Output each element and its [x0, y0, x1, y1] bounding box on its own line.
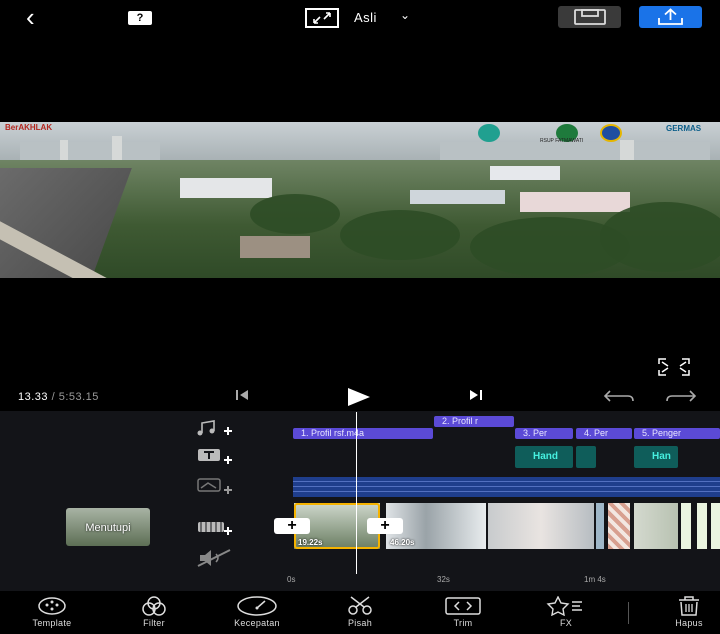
video-clip[interactable]	[697, 503, 707, 549]
add-music-icon[interactable]	[196, 419, 234, 439]
total-duration: 5:53.15	[58, 391, 99, 403]
add-transition-button[interactable]: +	[274, 518, 310, 534]
trash-icon	[679, 596, 699, 616]
fullscreen-icon[interactable]	[658, 358, 690, 376]
playback-controls: 13.33 / 5:53.15	[0, 383, 720, 411]
trim-button[interactable]: Trim	[428, 596, 498, 628]
audio-clip[interactable]: 5. Penger	[634, 428, 720, 439]
delete-button[interactable]: Hapus	[654, 596, 720, 628]
tool-label: Trim	[453, 618, 473, 628]
video-preview[interactable]: BerAKHLAK RSUP FATMAWATI GERMAS	[0, 122, 720, 278]
speed-icon	[237, 596, 277, 616]
mute-icon[interactable]	[196, 548, 234, 568]
fx-button[interactable]: FX	[531, 596, 601, 628]
current-time: 13.33	[18, 391, 49, 403]
time-display: 13.33 / 5:53.15	[18, 391, 99, 403]
text-clip[interactable]	[576, 446, 596, 468]
add-clip-icon[interactable]	[196, 518, 234, 538]
tool-label: Pisah	[347, 618, 372, 628]
cover-thumbnail[interactable]: Menutupi	[66, 508, 150, 546]
back-icon[interactable]: ‹	[26, 4, 35, 30]
save-button[interactable]	[558, 6, 621, 28]
tool-label: Hapus	[675, 618, 703, 628]
cover-label: Menutupi	[85, 522, 131, 534]
tool-label: FX	[559, 618, 573, 628]
video-clip[interactable]	[596, 503, 604, 549]
clip-duration: 46.20s	[390, 538, 415, 547]
skip-end-icon[interactable]	[468, 388, 484, 407]
tool-label: Template	[32, 618, 72, 628]
anniversary-logo-icon	[600, 124, 622, 142]
hospital-label: RSUP FATMAWATI	[540, 138, 584, 144]
add-text-icon[interactable]	[196, 447, 234, 467]
text-clip[interactable]: Han	[634, 446, 678, 468]
top-bar: ‹ ? Asli ⌄	[0, 0, 720, 36]
ruler-mark: 1m 4s	[584, 575, 606, 584]
aspect-ratio-label[interactable]: Asli	[354, 10, 377, 25]
chevron-down-icon[interactable]: ⌄	[400, 8, 410, 22]
help-icon[interactable]: ?	[128, 11, 152, 25]
add-overlay-icon[interactable]	[196, 477, 234, 497]
time-ruler: 0s 32s 1m 4s	[0, 574, 720, 586]
tool-label: Filter	[143, 618, 165, 628]
template-button[interactable]: Template	[17, 596, 87, 628]
berakhlak-watermark: BerAKHLAK	[5, 123, 53, 132]
trim-icon	[445, 597, 481, 615]
save-icon	[574, 9, 606, 25]
export-button[interactable]	[639, 6, 702, 28]
toolbar-divider	[628, 602, 629, 624]
video-clip[interactable]	[681, 503, 691, 549]
skip-start-icon[interactable]	[234, 388, 250, 407]
ruler-mark: 0s	[287, 575, 296, 584]
play-icon[interactable]	[346, 386, 372, 413]
timeline[interactable]: 2. Profil r 1. Profil rsf.m4a 3. Per 4. …	[0, 411, 720, 591]
filter-icon	[142, 596, 166, 616]
undo-icon[interactable]	[602, 388, 636, 409]
text-clip[interactable]: Hand	[515, 446, 573, 468]
template-icon	[38, 597, 66, 615]
split-button[interactable]: Pisah	[325, 596, 395, 628]
tool-label: Kecepatan	[234, 618, 280, 628]
video-clip[interactable]	[634, 503, 678, 549]
ruler-mark: 32s	[437, 575, 450, 584]
filter-button[interactable]: Filter	[119, 596, 189, 628]
aspect-ratio-icon[interactable]	[305, 8, 339, 28]
speed-button[interactable]: Kecepatan	[222, 596, 292, 628]
upload-icon	[658, 8, 683, 25]
bottom-toolbar: Template Filter Kecepatan Pisah Trim FX …	[0, 592, 720, 634]
star-fx-icon	[546, 596, 582, 616]
playhead[interactable]	[356, 412, 357, 574]
audio-clip[interactable]: 1. Profil rsf.m4a	[293, 428, 433, 439]
overlay-track[interactable]	[293, 477, 720, 497]
redo-icon[interactable]	[664, 388, 698, 409]
audio-clip[interactable]: 2. Profil r	[434, 416, 514, 427]
sponsor-logos: RSUP FATMAWATI GERMAS	[474, 122, 720, 146]
video-clip[interactable]	[488, 503, 594, 549]
audio-clip[interactable]: 4. Per	[576, 428, 632, 439]
add-transition-button[interactable]: +	[367, 518, 403, 534]
scissors-icon	[348, 596, 372, 615]
kemenkes-logo-icon	[478, 124, 500, 142]
audio-clip[interactable]: 3. Per	[515, 428, 573, 439]
germas-logo: GERMAS	[666, 124, 702, 133]
video-clip[interactable]	[711, 503, 720, 549]
video-clip[interactable]	[608, 503, 630, 549]
